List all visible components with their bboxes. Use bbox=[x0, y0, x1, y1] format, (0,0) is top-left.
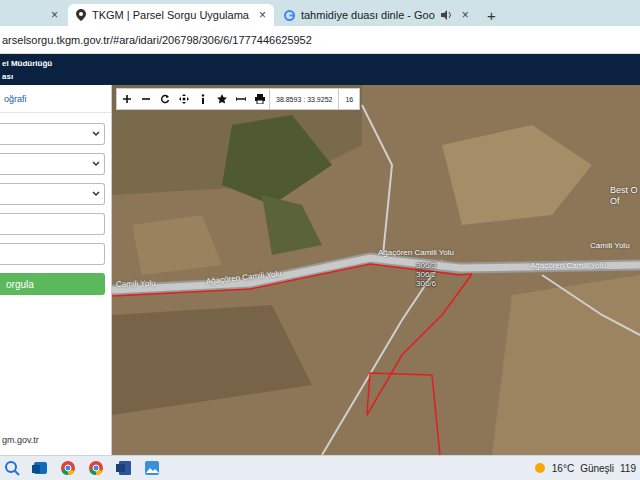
print-tool[interactable] bbox=[250, 89, 269, 109]
tab-close[interactable]: × bbox=[51, 8, 58, 22]
road-label: Ağaçören Camili Yolu bbox=[530, 261, 606, 270]
zoom-out-tool[interactable] bbox=[136, 89, 155, 109]
tab-close[interactable]: × bbox=[462, 8, 469, 22]
select-field[interactable] bbox=[0, 153, 105, 175]
satellite-map bbox=[112, 85, 640, 455]
chrome-app[interactable] bbox=[88, 460, 104, 476]
zoom-out-icon bbox=[141, 94, 151, 104]
photos-icon bbox=[144, 460, 160, 476]
google-icon bbox=[284, 10, 295, 21]
select-field[interactable] bbox=[0, 183, 105, 205]
place-label-line: Best O bbox=[610, 185, 638, 196]
weather-condition: Güneşli bbox=[580, 463, 614, 474]
chrome-icon bbox=[60, 460, 76, 476]
url-text: arselsorgu.tkgm.gov.tr/#ara/idari/206798… bbox=[2, 34, 312, 46]
search-app[interactable] bbox=[4, 460, 20, 476]
header-title: el Müdürlüğü bbox=[2, 59, 640, 68]
select-field[interactable] bbox=[0, 123, 105, 145]
browser-tab[interactable]: TKGM | Parsel Sorgu Uygulama × bbox=[68, 4, 274, 26]
system-tray: 16°C Güneşli 119 bbox=[534, 462, 636, 474]
sidebar-footer: gm.gov.tr bbox=[0, 435, 111, 455]
place-label: Best OOf bbox=[610, 185, 638, 207]
main-area: oğrafiorgulagm.gov.tr38.8593 : 33.925216… bbox=[0, 85, 640, 455]
outlook-icon bbox=[32, 460, 48, 476]
chrome-icon bbox=[88, 460, 104, 476]
word-icon bbox=[116, 460, 132, 476]
chevron-down-icon bbox=[92, 161, 100, 167]
new-tab-button[interactable]: + bbox=[479, 4, 504, 26]
taskbar: 16°C Güneşli 119 bbox=[0, 455, 640, 480]
sidebar: oğrafi orgula gm.gov.tr bbox=[0, 85, 112, 455]
input-field[interactable] bbox=[0, 213, 105, 235]
parcel-labels: 306/3306/2306/6 bbox=[416, 261, 436, 288]
query-button[interactable]: orgula bbox=[0, 273, 105, 295]
zoom-in-icon bbox=[122, 94, 132, 104]
road-label: Camili Yolu bbox=[116, 279, 156, 289]
refresh-icon bbox=[160, 94, 170, 104]
sun-icon bbox=[534, 462, 546, 474]
print-icon bbox=[255, 94, 265, 104]
move-tool[interactable] bbox=[174, 89, 193, 109]
outlook-app[interactable] bbox=[32, 460, 48, 476]
form-fields bbox=[0, 113, 111, 265]
star-tool[interactable] bbox=[212, 89, 231, 109]
star-icon bbox=[217, 94, 227, 104]
app-header: el Müdürlüğü ası bbox=[0, 54, 640, 85]
address-bar[interactable]: arselsorgu.tkgm.gov.tr/#ara/idari/206798… bbox=[0, 26, 640, 54]
browser-tab[interactable]: tahmidiye duası dinle - Goo × bbox=[276, 4, 477, 26]
map-view[interactable]: 38.8593 : 33.925216 Camili Yolu Ağaçören C… bbox=[112, 85, 640, 455]
header-title: ası bbox=[2, 72, 640, 81]
zoom-in-tool[interactable] bbox=[117, 89, 136, 109]
weather-temp: 16°C bbox=[552, 463, 574, 474]
measure-tool[interactable] bbox=[231, 89, 250, 109]
tab-close[interactable]: × bbox=[259, 8, 266, 22]
parcel-label[interactable]: 306/3 bbox=[416, 261, 436, 270]
clock[interactable]: 119 bbox=[620, 463, 636, 474]
chevron-down-icon bbox=[92, 191, 100, 197]
parcel-label[interactable]: 306/2 bbox=[416, 270, 436, 279]
photos-app[interactable] bbox=[144, 460, 160, 476]
tab-label: TKGM | Parsel Sorgu Uygulama bbox=[92, 9, 249, 21]
coordinates: 38.8593 : 33.9252 bbox=[269, 89, 338, 109]
info-tool[interactable] bbox=[193, 89, 212, 109]
browser-tab[interactable]: × bbox=[0, 4, 66, 26]
chrome-app[interactable] bbox=[60, 460, 76, 476]
parcel-label[interactable]: 306/6 bbox=[416, 279, 436, 288]
measure-icon bbox=[236, 94, 246, 104]
search-icon bbox=[4, 460, 20, 476]
input-field[interactable] bbox=[0, 243, 105, 265]
word-app[interactable] bbox=[116, 460, 132, 476]
speaker-icon bbox=[441, 10, 452, 20]
road-label: Camili Yolu bbox=[590, 241, 630, 250]
info-icon bbox=[198, 94, 208, 104]
tab-label: tahmidiye duası dinle - Goo bbox=[301, 9, 435, 21]
map-pin-icon bbox=[76, 9, 86, 21]
map-toolbar: 38.8593 : 33.925216 bbox=[116, 88, 360, 110]
zoom-level: 16 bbox=[338, 89, 359, 109]
sidebar-tab[interactable]: oğrafi bbox=[0, 85, 111, 113]
refresh-tool[interactable] bbox=[155, 89, 174, 109]
place-label-line: Of bbox=[610, 196, 638, 207]
chevron-down-icon bbox=[92, 131, 100, 137]
road-label: Ağaçören Camili Yolu bbox=[378, 248, 454, 257]
move-icon bbox=[179, 94, 189, 104]
tab-bar: ×TKGM | Parsel Sorgu Uygulama×tahmidiye … bbox=[0, 0, 640, 26]
